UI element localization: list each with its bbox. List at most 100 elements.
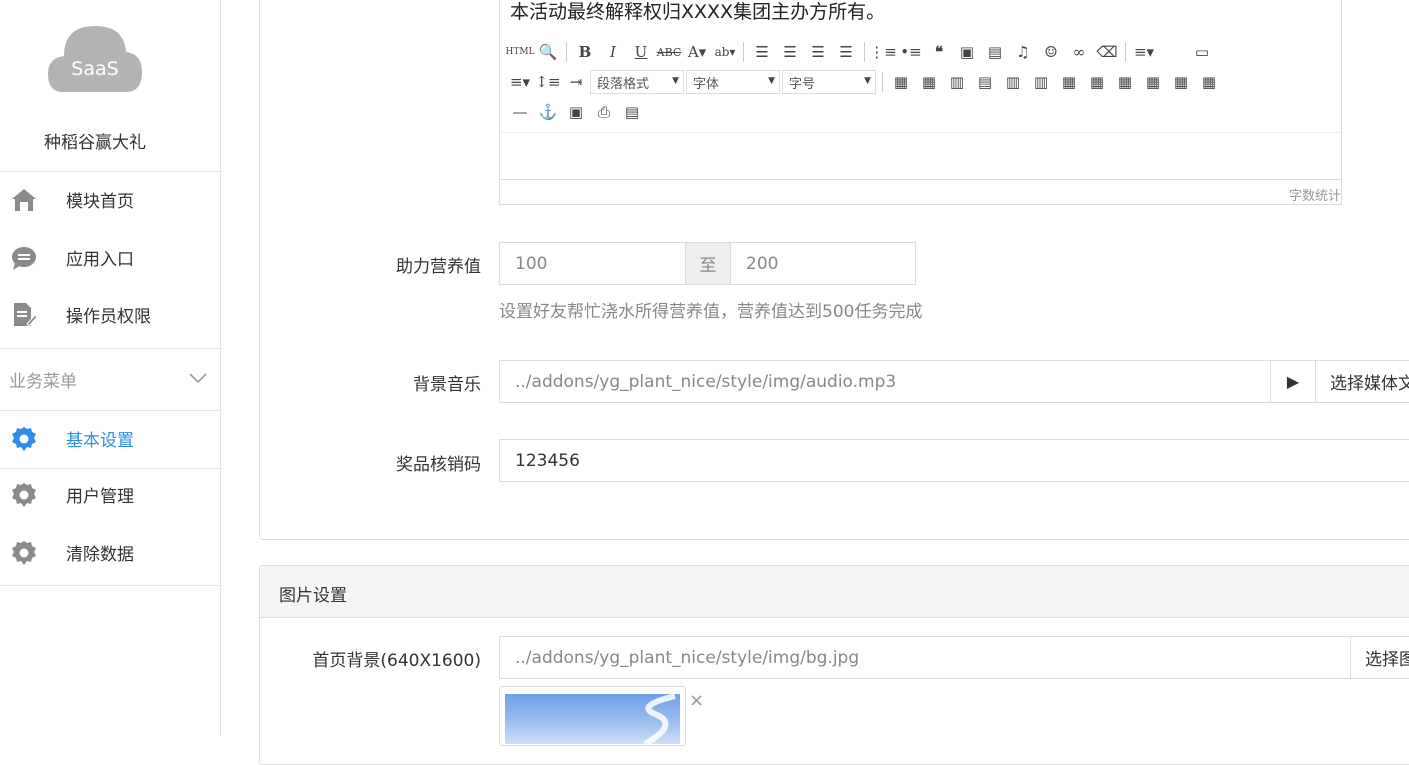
editor-toolbar-row-1: HTML 🔍 B I U ABC A▾ ab▾ ☰ ☰ ☰ ☰ ⋮≡ •≡ ❝ … [505,39,1216,65]
close-icon[interactable]: × [689,690,704,711]
editor-footer: 字数统计 [500,179,1341,205]
highlight-icon[interactable]: ab▾ [711,40,739,64]
bold-icon[interactable]: B [571,40,599,64]
toolbar-divider [864,42,865,62]
insert-col-icon[interactable]: ▥ [999,70,1027,94]
home-icon [12,189,36,211]
toolbar-divider [743,42,744,62]
align-left-icon[interactable]: ☰ [748,40,776,64]
delete-row-icon[interactable]: ▤ [971,70,999,94]
font-size-value: 字号 [789,76,816,92]
eraser-icon[interactable]: ⌫ [1093,40,1121,64]
divider [0,585,221,586]
fullscreen-icon[interactable]: ▭ [1188,40,1216,64]
chat-icon [12,247,36,270]
preview-icon[interactable]: 🔍 [534,40,562,64]
strikethrough-icon[interactable]: ABC [655,40,683,64]
prize-code-input[interactable]: 123456 [499,439,1409,482]
paragraph-format-value: 段落格式 [597,76,650,92]
logo: SaaS [48,22,142,94]
rich-text-editor[interactable]: 本活动最终解释权归XXXX集团主办方所有。 HTML 🔍 B I U ABC A… [499,0,1342,205]
sidebar: SaaS 种稻谷赢大礼 模块首页 应用入口 操作员权限 业务菜单 基本设置 用户… [0,0,221,736]
split-rows-icon[interactable]: ▦ [1167,70,1195,94]
nutrition-help-text: 设置好友帮忙浇水所得营养值，营养值达到500任务完成 [499,302,923,322]
emoji-icon[interactable]: ☺ [1037,40,1065,64]
road-graphic [643,694,676,744]
paragraph-format-select[interactable]: 段落格式 ▼ [590,70,684,94]
align-justify-icon[interactable]: ☰ [832,40,860,64]
unordered-list-icon[interactable]: •≡ [897,40,925,64]
sidebar-item-operator-permissions[interactable]: 操作员权限 [0,292,220,336]
panel-title: 图片设置 [279,586,347,606]
paragraph-spacing-icon[interactable]: ≡▾ [506,70,534,94]
select-media-button[interactable]: 选择媒体文件 [1315,360,1409,403]
font-family-select[interactable]: 字体 ▼ [686,70,780,94]
sidebar-item-app-entry[interactable]: 应用入口 [0,235,220,279]
sidebar-item-label: 模块首页 [66,191,134,212]
divider [0,348,221,349]
sidebar-item-label: 基本设置 [66,430,134,451]
ordered-list-icon[interactable]: ⋮≡ [869,40,897,64]
select-image-button[interactable]: 选择图片 [1350,636,1409,679]
html-source-icon[interactable]: HTML [505,40,534,64]
table-icon[interactable]: ▦ [887,70,915,94]
underline-icon[interactable]: U [627,40,655,64]
divider [0,171,221,172]
editor-body[interactable] [500,132,1341,179]
sidebar-item-basic-settings[interactable]: 基本设置 [0,416,220,460]
gear-icon [12,483,36,507]
anchor-icon[interactable]: ⚓ [534,100,562,124]
sidebar-item-user-management[interactable]: 用户管理 [0,472,220,516]
edit-doc-icon [14,303,37,327]
merge-cells-icon[interactable]: ▦ [1055,70,1083,94]
delete-col-icon[interactable]: ▥ [1027,70,1055,94]
play-button[interactable]: ▶ [1270,360,1316,403]
group-title[interactable]: 业务菜单 [9,367,77,392]
horizontal-align-icon[interactable]: ≡▾ [1130,40,1158,64]
table-props-icon[interactable]: ▦ [915,70,943,94]
sidebar-item-label: 应用入口 [66,249,134,270]
music-url-input[interactable]: ../addons/yg_plant_nice/style/img/audio.… [499,360,1271,403]
merge-right-icon[interactable]: ▦ [1083,70,1111,94]
logo-text: SaaS [71,58,119,80]
paste-icon[interactable]: ▤ [618,100,646,124]
chevron-down-icon: ▼ [672,76,679,86]
gear-icon [12,541,36,565]
word-count: 字数统计 [1288,189,1341,204]
toolbar-divider [566,42,567,62]
print-icon[interactable]: ⎙ [590,100,618,124]
divider [0,468,221,469]
bg-image-url-input[interactable]: ../addons/yg_plant_nice/style/img/bg.jpg [499,636,1351,679]
align-right-icon[interactable]: ☰ [804,40,832,64]
editor-content[interactable]: 本活动最终解释权归XXXX集团主办方所有。 [510,0,885,24]
sidebar-item-module-home[interactable]: 模块首页 [0,177,220,221]
editor-toolbar-row-2: ≡▾ ↕≡ ⇥ 段落格式 ▼ 字体 ▼ 字号 ▼ ▦ ▦ ▥ ▤ ▥ ▥ ▦ ▦… [506,69,1223,95]
toolbar-divider [882,72,883,92]
italic-icon[interactable]: I [599,40,627,64]
image-icon[interactable]: ▣ [953,40,981,64]
split-cells-icon[interactable]: ▦ [1139,70,1167,94]
blockquote-icon[interactable]: ❝ [925,40,953,64]
nutrition-min-input[interactable]: 100 [499,242,686,285]
line-height-icon[interactable]: ↕≡ [534,70,562,94]
music-icon[interactable]: ♫ [1009,40,1037,64]
sidebar-item-label: 用户管理 [66,486,134,507]
video-icon[interactable]: ▤ [981,40,1009,64]
template-icon[interactable]: ▣ [562,100,590,124]
align-center-icon[interactable]: ☰ [776,40,804,64]
indent-icon[interactable]: ⇥ [562,70,590,94]
chevron-down-icon[interactable] [188,368,208,388]
split-cols-icon[interactable]: ▦ [1195,70,1223,94]
insert-row-icon[interactable]: ▥ [943,70,971,94]
horizontal-rule-icon[interactable]: — [506,100,534,124]
nutrition-max-input[interactable]: 200 [730,242,916,285]
panel-header: 图片设置 [260,566,1409,618]
link-icon[interactable]: ∞ [1065,40,1093,64]
font-color-icon[interactable]: A▾ [683,40,711,64]
toolbar-divider [1125,42,1126,62]
range-separator: 至 [685,242,731,285]
merge-down-icon[interactable]: ▦ [1111,70,1139,94]
gear-icon [12,427,36,451]
sidebar-item-clear-data[interactable]: 清除数据 [0,530,220,574]
font-size-select[interactable]: 字号 ▼ [782,70,876,94]
